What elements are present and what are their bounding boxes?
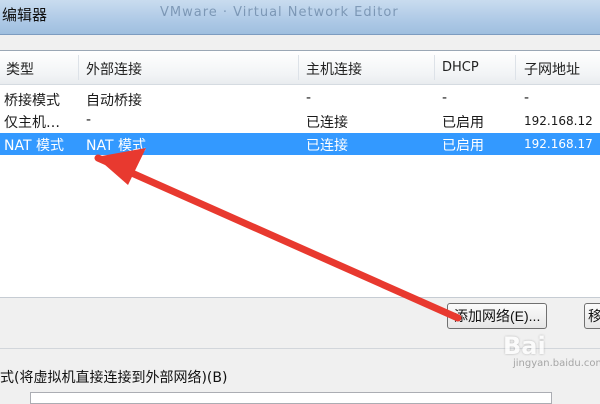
watermark-url: jingyan.baidu.com	[513, 358, 600, 369]
cell-external: NAT 模式	[86, 138, 146, 154]
cell-host: -	[306, 90, 312, 106]
cell-subnet: -	[524, 90, 530, 106]
network-list[interactable]: 类型 外部连接 主机连接 DHCP 子网地址 桥接模式 自动桥接 - - - 仅…	[0, 50, 600, 298]
column-header-dhcp[interactable]: DHCP	[442, 60, 479, 75]
column-divider[interactable]	[298, 55, 299, 80]
list-header: 类型 外部连接 主机连接 DHCP 子网地址	[0, 51, 600, 85]
watermark-logo: Bai	[503, 332, 546, 360]
window-title: 编辑器	[2, 6, 48, 24]
column-header-host[interactable]: 主机连接	[306, 59, 362, 79]
title-bar: 编辑器 VMware · Virtual Network Editor	[0, 0, 600, 35]
column-header-subnet[interactable]: 子网地址	[524, 59, 580, 79]
cell-dhcp: -	[442, 90, 448, 106]
column-divider[interactable]	[434, 55, 435, 80]
divider	[0, 348, 600, 349]
table-row-selected[interactable]: NAT 模式 NAT 模式 已连接 已启用 192.168.17	[0, 133, 600, 155]
cell-dhcp: 已启用	[442, 115, 484, 131]
cell-external: 自动桥接	[86, 93, 142, 109]
add-network-button[interactable]: 添加网络(E)...	[447, 303, 548, 329]
bridged-mode-label[interactable]: 式(将虚拟机直接连接到外部网络)(B)	[0, 367, 227, 387]
cell-subnet: 192.168.17	[524, 137, 593, 151]
partial-button[interactable]: 移	[584, 303, 600, 329]
table-row[interactable]: 桥接模式 自动桥接 - - -	[0, 88, 600, 110]
cell-host: 已连接	[306, 138, 348, 154]
cell-type: NAT 模式	[4, 138, 64, 154]
column-divider[interactable]	[78, 55, 79, 80]
column-divider[interactable]	[515, 55, 516, 80]
cell-subnet: 192.168.12	[524, 114, 593, 128]
watermark: Bai jingyan.baidu.com	[503, 332, 600, 369]
cell-type: 桥接模式	[4, 93, 60, 109]
column-header-external[interactable]: 外部连接	[86, 59, 142, 79]
bridge-target-field[interactable]	[30, 392, 552, 404]
table-row[interactable]: 仅主机… - 已连接 已启用 192.168.12	[0, 110, 600, 132]
cell-dhcp: 已启用	[442, 138, 484, 154]
window-title-ghost: VMware · Virtual Network Editor	[160, 5, 399, 20]
cell-external: -	[86, 112, 92, 128]
cell-type: 仅主机…	[4, 115, 60, 131]
cell-host: 已连接	[306, 115, 348, 131]
column-header-type[interactable]: 类型	[6, 59, 34, 79]
